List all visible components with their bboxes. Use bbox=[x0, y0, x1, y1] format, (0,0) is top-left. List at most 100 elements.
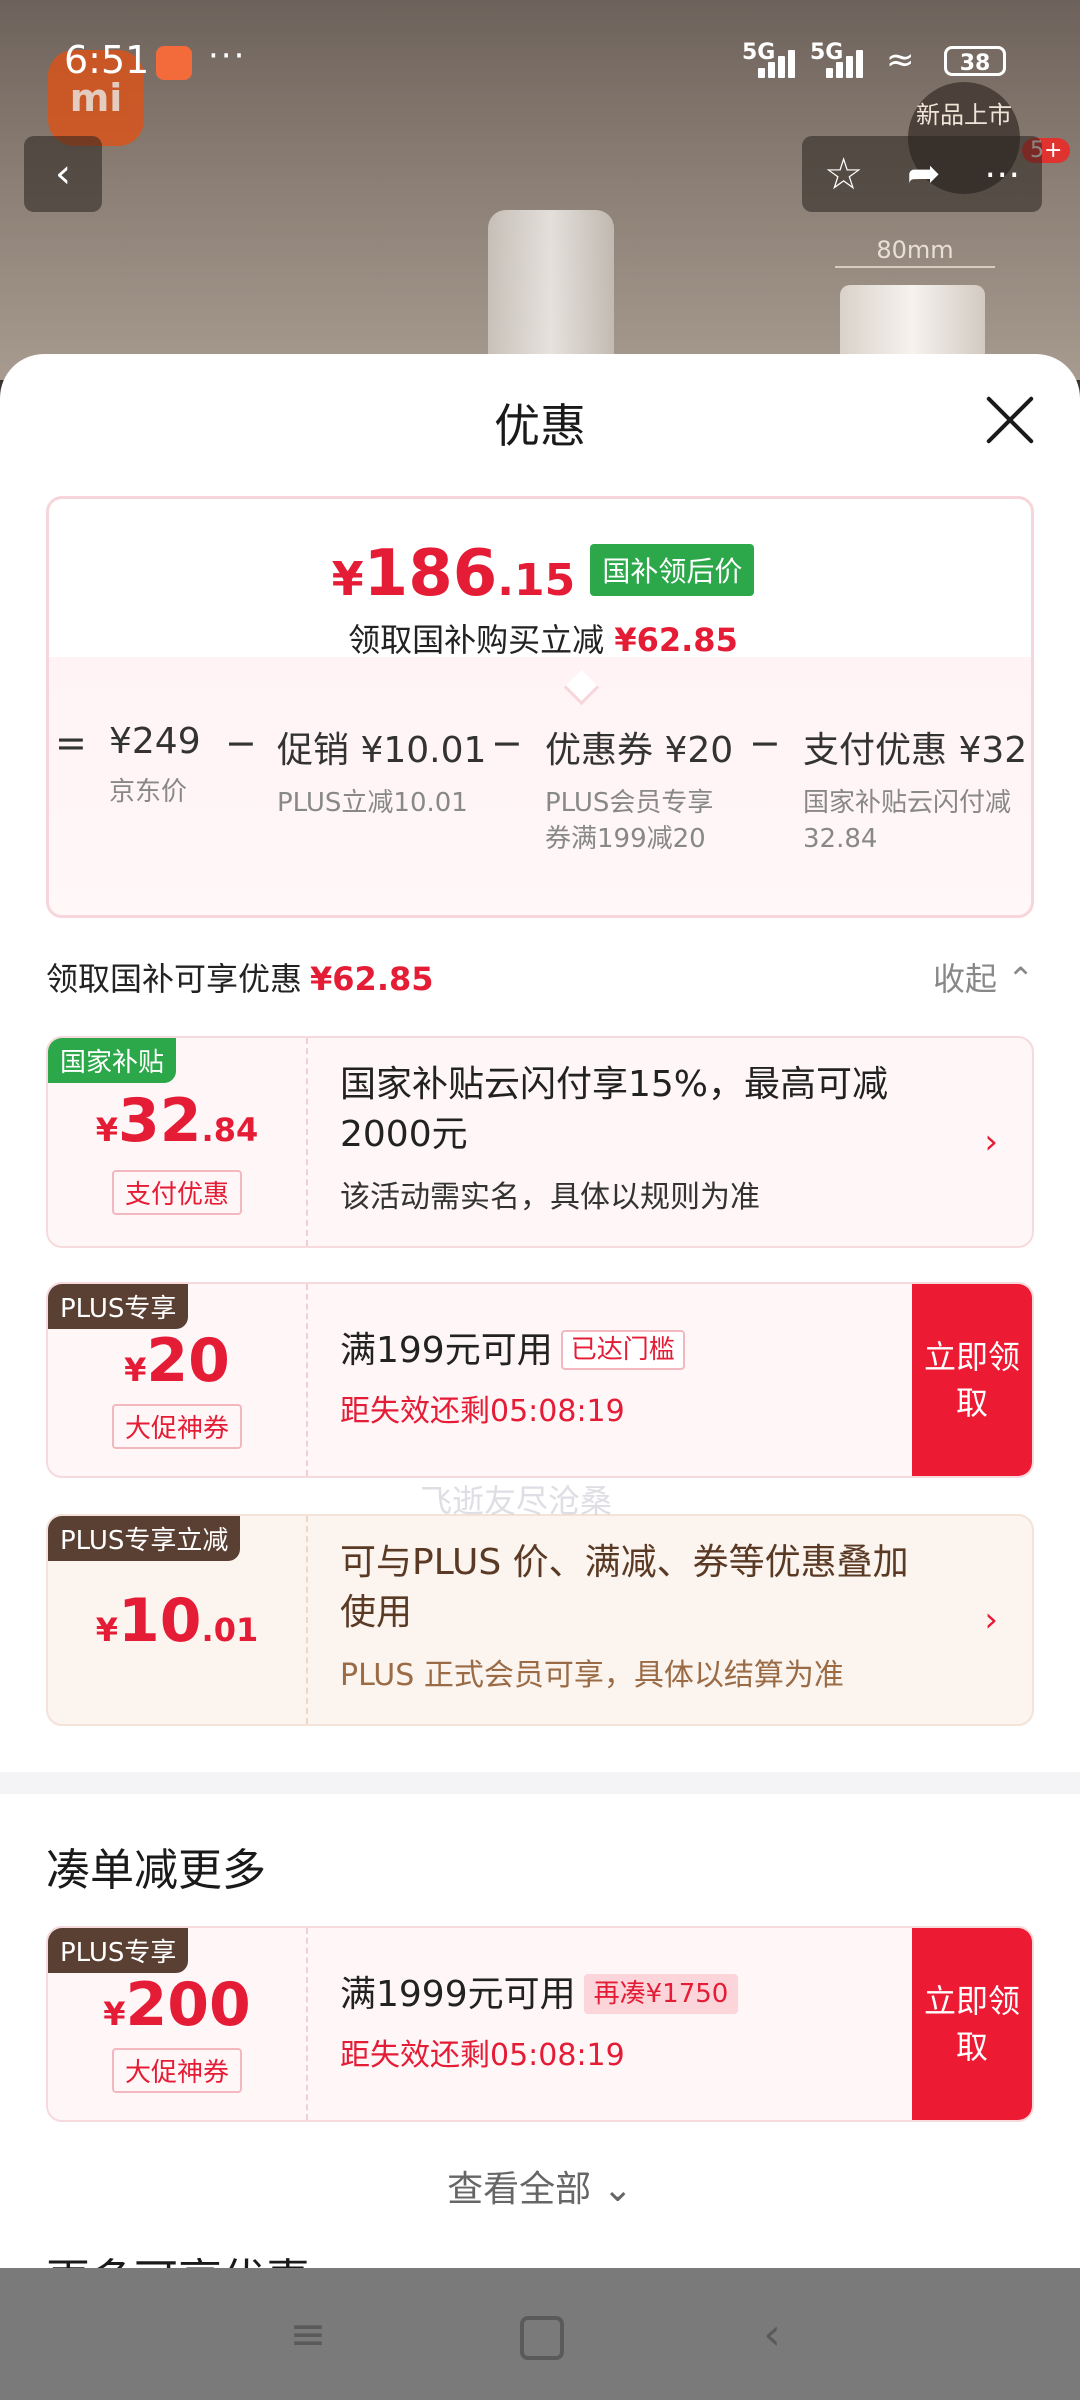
section-label: 领取国补可享优惠 bbox=[46, 960, 303, 998]
coupon-threshold-pill: 再凑¥1750 bbox=[583, 1974, 739, 2014]
coupon-left: PLUS专享立减 ¥10.01 bbox=[48, 1516, 306, 1724]
back-icon[interactable]: ‹ bbox=[742, 2310, 802, 2360]
coupon-amount: ¥32.84 bbox=[48, 1086, 306, 1156]
coupon-card-plus-200[interactable]: PLUS专享 ¥200 大促神券 满1999元可用 再凑¥1750 距失效还剩05… bbox=[46, 1926, 1034, 2122]
formula-desc: PLUS会员专享券满199减20 bbox=[545, 788, 714, 854]
price-summary-box: ¥186.15 国补领后价 领取国补购买立减 ¥62.85 = ¥249 京东价… bbox=[46, 496, 1034, 918]
price-decimal: .15 bbox=[497, 555, 576, 606]
claim-button[interactable]: 立即领取 bbox=[912, 1928, 1032, 2120]
formula-label: 促销 ¥10.01 bbox=[277, 730, 487, 771]
coupon-currency: ¥ bbox=[103, 1995, 126, 2033]
view-all-label: 查看全部 bbox=[447, 2169, 592, 2210]
coupon-amount-int: 20 bbox=[146, 1326, 230, 1396]
coupon-amount-dec: .01 bbox=[201, 1611, 259, 1649]
signal-bars-icon-1 bbox=[758, 46, 804, 78]
star-icon[interactable]: ☆ bbox=[824, 149, 863, 200]
section-divider bbox=[0, 1772, 1080, 1794]
home-icon[interactable] bbox=[520, 2316, 564, 2360]
watermark-text: 飞逝友尽沧桑 bbox=[420, 1482, 613, 1520]
discount-sheet: 优惠 ¥186.15 国补领后价 领取国补购买立减 ¥62.85 = ¥249 … bbox=[0, 354, 1080, 2269]
formula-desc: PLUS立减10.01 bbox=[277, 788, 468, 818]
app-notification-icon bbox=[156, 46, 192, 80]
subsidy-subtitle: 领取国补购买立减 ¥62.85 bbox=[49, 615, 1031, 661]
chevron-left-icon: ‹ bbox=[55, 151, 71, 197]
subsidy-subtitle-amount: ¥62.85 bbox=[614, 621, 738, 659]
coupon-divider bbox=[306, 1928, 308, 2120]
collapse-button[interactable]: 收起 ⌃ bbox=[933, 954, 1034, 1000]
chevron-down-icon: ⌄ bbox=[602, 2169, 633, 2210]
coupon-left: PLUS专享 ¥20 大促神券 bbox=[48, 1284, 306, 1476]
subsidy-subtitle-text: 领取国补购买立减 bbox=[348, 621, 605, 659]
price-formula: = ¥249 京东价 − 促销 ¥10.01 PLUS立减10.01 − 优惠券… bbox=[49, 721, 1031, 915]
coupon-card-national-subsidy[interactable]: 国家补贴 ¥32.84 支付优惠 国家补贴云闪付享15%，最高可减2000元 该… bbox=[46, 1036, 1034, 1248]
coupon-title-text: 满1999元可用 bbox=[340, 1974, 576, 2015]
formula-label: 支付优惠 ¥32.8 bbox=[803, 730, 1031, 771]
coupon-title-text: 满199元可用 bbox=[340, 1330, 553, 1371]
coupon-badge: PLUS专享立减 bbox=[48, 1516, 241, 1561]
more-notifications-icon: ··· bbox=[208, 36, 247, 76]
coupon-title: 满199元可用 已达门槛 bbox=[340, 1326, 940, 1376]
formula-desc: 国家补贴云闪付减32.84 bbox=[803, 788, 1012, 854]
subsidy-section-header: 领取国补可享优惠 ¥62.85 收起 ⌃ bbox=[46, 954, 1034, 1000]
coupon-subtitle: 该活动需实名，具体以规则为准 bbox=[340, 1180, 760, 1215]
close-icon[interactable] bbox=[984, 394, 1036, 446]
coupon-currency: ¥ bbox=[95, 1611, 119, 1649]
claim-button[interactable]: 立即领取 bbox=[912, 1284, 1032, 1476]
status-time: 6:51 bbox=[64, 38, 150, 82]
battery-indicator: 38 bbox=[944, 46, 1006, 76]
price-integer: 186 bbox=[363, 537, 498, 611]
coupon-divider bbox=[306, 1284, 308, 1476]
coupon-amount-dec: .84 bbox=[201, 1111, 259, 1149]
coupon-title: 国家补贴云闪付享15%，最高可减2000元 bbox=[340, 1064, 889, 1155]
dimension-line bbox=[835, 266, 995, 268]
next-section-title: 更多可享优惠 bbox=[46, 2244, 310, 2269]
chevron-right-icon[interactable]: › bbox=[984, 1122, 998, 1162]
sheet-title: 优惠 bbox=[494, 399, 586, 453]
collapse-label: 收起 bbox=[933, 960, 998, 998]
formula-desc: 京东价 bbox=[109, 777, 188, 807]
coupon-subtitle: PLUS 正式会员可享，具体以结算为准 bbox=[340, 1658, 844, 1693]
chevron-right-icon[interactable]: › bbox=[984, 1600, 998, 1640]
coupon-card-plus-20[interactable]: PLUS专享 ¥20 大促神券 满199元可用 已达门槛 距失效还剩05:08:1… bbox=[46, 1282, 1034, 1478]
system-nav-bar: ≡ ‹ bbox=[0, 2268, 1080, 2400]
view-all-button[interactable]: 查看全部 ⌄ bbox=[0, 2160, 1080, 2212]
coupon-divider bbox=[306, 1516, 308, 1724]
chevron-up-icon: ⌃ bbox=[1007, 960, 1034, 998]
wifi-icon: ≈ bbox=[886, 40, 915, 80]
coupon-currency: ¥ bbox=[95, 1111, 119, 1149]
coupon-amount-int: 32 bbox=[118, 1086, 202, 1156]
coupon-card-plus-discount[interactable]: PLUS专享立减 ¥10.01 可与PLUS 价、满减、券等优惠叠加使用 PLU… bbox=[46, 1514, 1034, 1726]
formula-item-coupon: 优惠券 ¥20 PLUS会员专享券满199减20 bbox=[545, 721, 734, 857]
coupon-badge: PLUS专享 bbox=[48, 1928, 189, 1973]
coupon-kind: 大促神券 bbox=[112, 2048, 242, 2093]
coupon-kind: 支付优惠 bbox=[112, 1170, 242, 1215]
coupon-badge: PLUS专享 bbox=[48, 1284, 189, 1329]
signal-bars-icon-2 bbox=[826, 46, 872, 78]
coupon-threshold-pill: 已达门槛 bbox=[560, 1330, 685, 1370]
menu-icon[interactable]: ≡ bbox=[278, 2310, 338, 2360]
final-price: ¥186.15 国补领后价 bbox=[49, 537, 1031, 611]
coupon-countdown: 距失效还剩05:08:19 bbox=[340, 2038, 625, 2073]
coupon-currency: ¥ bbox=[124, 1351, 147, 1389]
dimension-label: 80mm bbox=[876, 236, 954, 264]
back-button[interactable]: ‹ bbox=[24, 136, 102, 212]
coupon-amount: ¥200 bbox=[48, 1970, 306, 2040]
header-action-group: ☆ ➦ ⋯ bbox=[802, 136, 1042, 212]
section-amount: ¥62.85 bbox=[310, 960, 434, 998]
coupon-badge: 国家补贴 bbox=[48, 1038, 177, 1083]
price-tag: 国补领后价 bbox=[590, 544, 755, 596]
formula-operator: − bbox=[749, 721, 781, 765]
currency-symbol: ¥ bbox=[331, 552, 364, 606]
share-icon[interactable]: ➦ bbox=[907, 151, 941, 197]
coupon-countdown: 距失效还剩05:08:19 bbox=[340, 1394, 625, 1429]
coupon-kind: 大促神券 bbox=[112, 1404, 242, 1449]
pointer-notch bbox=[563, 669, 600, 706]
coupon-divider bbox=[306, 1038, 308, 1246]
formula-item-payment: 支付优惠 ¥32.8 国家补贴云闪付减32.84 bbox=[803, 721, 1031, 857]
more-icon[interactable]: ⋯ bbox=[984, 154, 1020, 195]
more-section-title: 凑单减更多 bbox=[46, 1845, 266, 1896]
coupon-amount-int: 10 bbox=[118, 1586, 202, 1656]
formula-label: 优惠券 ¥20 bbox=[545, 730, 734, 771]
coupon-left: 国家补贴 ¥32.84 支付优惠 bbox=[48, 1038, 306, 1246]
coupon-left: PLUS专享 ¥200 大促神券 bbox=[48, 1928, 306, 2120]
